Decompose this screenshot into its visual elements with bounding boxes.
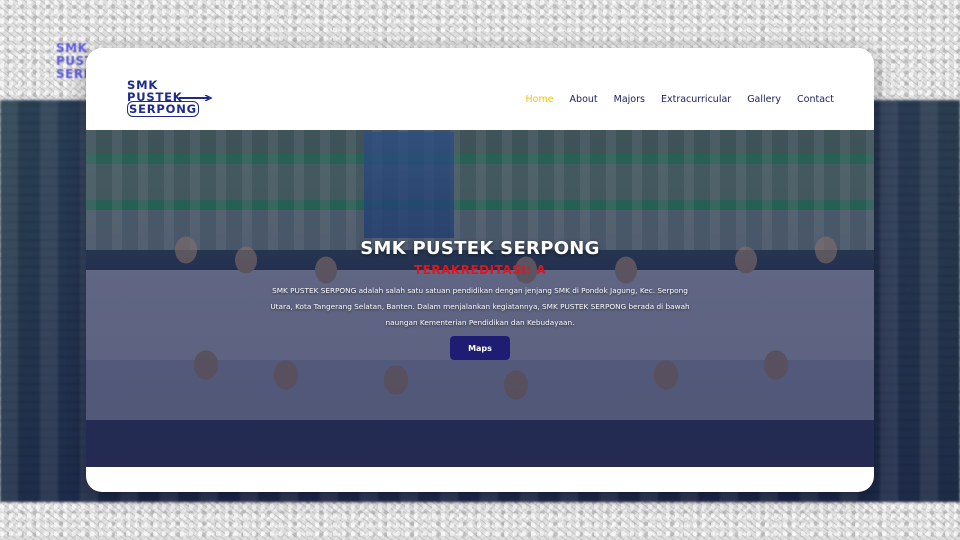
main-navigation: Home About Majors Extracurricular Galler…: [509, 94, 834, 105]
nav-extracurricular[interactable]: Extracurricular: [661, 94, 731, 105]
hero-accreditation: TERAKREDITASI: A: [414, 263, 546, 277]
nav-gallery[interactable]: Gallery: [747, 94, 781, 105]
nav-majors[interactable]: Majors: [614, 94, 645, 105]
hero-description: SMK PUSTEK SERPONG adalah salah satu sat…: [270, 286, 690, 327]
school-logo[interactable]: SMK PUSTEK SERPONG: [127, 79, 232, 119]
website-card: SMK PUSTEK SERPONG Home About Majors Ext…: [86, 48, 874, 492]
nav-contact[interactable]: Contact: [797, 94, 834, 105]
logo-line-serpong-text: SERPONG: [127, 101, 199, 117]
navbar: SMK PUSTEK SERPONG Home About Majors Ext…: [86, 48, 874, 130]
nav-about[interactable]: About: [570, 94, 598, 105]
nav-home[interactable]: Home: [525, 94, 553, 105]
hero-section: SMK PUSTEK SERPONG TERAKREDITASI: A SMK …: [86, 130, 874, 467]
maps-button[interactable]: Maps: [450, 336, 510, 360]
hero-title: SMK PUSTEK SERPONG: [360, 238, 600, 259]
logo-line-serpong: SERPONG: [127, 101, 199, 117]
